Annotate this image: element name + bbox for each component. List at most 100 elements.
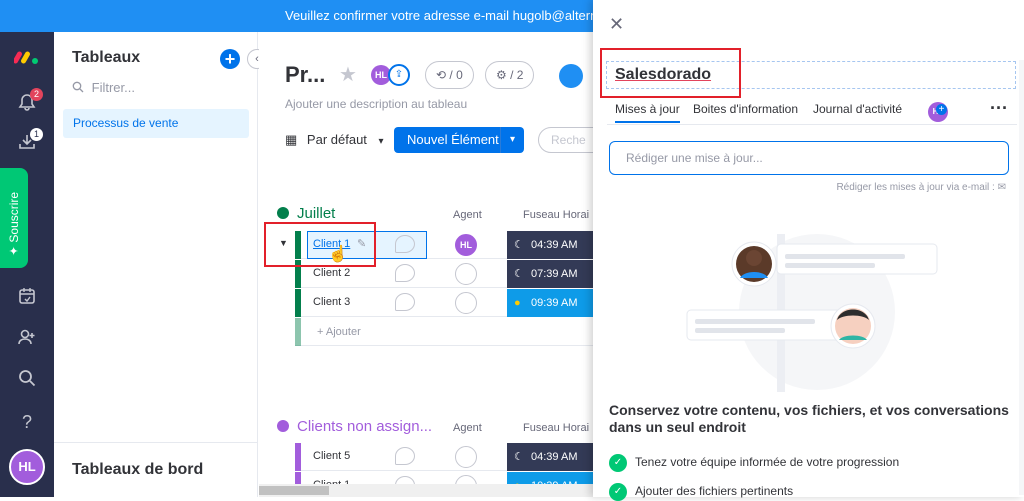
table-view-icon: ▦ (285, 132, 298, 147)
agent-empty-avatar-icon[interactable] (455, 263, 477, 285)
inbox-icon[interactable]: 1 (14, 128, 43, 158)
integrations-button[interactable]: ⟲ / 0 (425, 61, 474, 89)
close-icon[interactable]: ✕ (609, 14, 624, 35)
group-header-juillet[interactable]: Juillet (277, 205, 335, 222)
tab-activity-log[interactable]: Journal d'activité (813, 102, 902, 116)
new-item-button[interactable]: Nouvel Élément ▾ (394, 127, 524, 153)
add-board-plus-icon[interactable]: + (220, 49, 240, 69)
check-icon: ✓ (609, 454, 627, 472)
subscribe-button[interactable]: ✦ Souscrire (0, 168, 28, 268)
update-input[interactable]: Rédiger une mise à jour... (609, 141, 1009, 175)
board-item-processus-de-vente[interactable]: Processus de vente (63, 109, 249, 138)
group-header-unassigned[interactable]: Clients non assign... (277, 418, 432, 435)
notifications-bell-icon[interactable]: 2 (14, 88, 43, 118)
filter-placeholder: Filtrer... (91, 80, 135, 95)
timezone-cell[interactable]: ☾ 04:39 AM (507, 443, 593, 471)
feature-item: ✓ Tenez votre équipe informée de votre pr… (609, 454, 899, 472)
feature-text: Ajouter des fichiers pertinents (635, 484, 794, 499)
timezone-time: 04:39 AM (531, 451, 578, 463)
moon-icon: ☾ (514, 268, 524, 280)
agent-empty-avatar-icon[interactable] (455, 446, 477, 468)
envelope-icon: ✉ (997, 182, 1006, 193)
panel-vertical-scrollbar[interactable] (1019, 60, 1024, 495)
my-work-calendar-icon[interactable] (14, 286, 40, 312)
view-label: Par défaut (306, 132, 367, 147)
scrollbar-thumb[interactable] (259, 486, 329, 495)
moon-icon: ☾ (514, 451, 524, 463)
agent-empty-avatar-icon[interactable] (455, 292, 477, 314)
column-header-timezone[interactable]: Fuseau Horai (523, 422, 589, 434)
integrations-icon: ⟲ (436, 68, 447, 82)
new-item-dropdown-chevron-icon[interactable]: ▾ (500, 127, 524, 153)
conversation-bubble-icon[interactable] (395, 447, 415, 465)
edit-pencil-icon[interactable]: ✎ (357, 237, 366, 250)
empty-state-heading: Conservez votre contenu, vos fichiers, e… (609, 402, 1009, 435)
email-note-text: Rédiger les mises à jour via e-mail : (836, 182, 995, 193)
item-tabs: Mises à jour Boites d'information Journa… (607, 100, 1017, 125)
invite-user-icon[interactable] (14, 327, 40, 353)
item-detail-panel: ✕ Salesdorado Mises à jour Boites d'info… (593, 0, 1024, 501)
updates-empty-illustration (686, 234, 938, 392)
conversation-bubble-icon[interactable] (395, 293, 415, 311)
board-name[interactable]: Pr... (285, 62, 325, 88)
group-color-bar (295, 443, 301, 471)
group-title: Clients non assign... (297, 418, 433, 435)
dashboards-title[interactable]: Tableaux de bord (54, 442, 258, 497)
timezone-cell[interactable]: ● 09:39 AM (507, 289, 593, 317)
share-board-icon[interactable]: ⇪ (388, 64, 410, 86)
feature-item: ✓ Ajouter des fichiers pertinents (609, 483, 793, 501)
table-row[interactable]: Client 5 ☾ 04:39 AM (295, 443, 593, 471)
column-header-agent[interactable]: Agent (453, 209, 482, 221)
horizontal-scrollbar[interactable] (259, 484, 593, 497)
tab-updates[interactable]: Mises à jour (615, 102, 680, 123)
zoom-video-icon[interactable] (559, 64, 583, 88)
timezone-time: 09:39 AM (531, 297, 578, 309)
monday-logo[interactable] (13, 46, 40, 66)
boards-filter-input[interactable]: Filtrer... (72, 80, 135, 95)
table-row[interactable]: Client 2 ☾ 07:39 AM (295, 260, 593, 288)
add-item-row[interactable]: + Ajouter (295, 318, 593, 346)
timezone-time: 07:39 AM (531, 268, 578, 280)
add-subscriber-plus-icon[interactable]: + (936, 104, 947, 115)
group-color-bar (295, 231, 301, 259)
column-header-agent[interactable]: Agent (453, 422, 482, 434)
row-expand-arrow-icon[interactable]: ▼ (279, 238, 288, 248)
column-header-timezone[interactable]: Fuseau Horai (523, 209, 589, 221)
new-item-label: Nouvel Élément (407, 132, 499, 147)
board-search-input[interactable]: Reche (538, 127, 593, 153)
inbox-badge: 1 (30, 128, 43, 141)
row-name[interactable]: Client 3 (313, 296, 350, 308)
user-avatar[interactable]: HL (9, 449, 45, 485)
automations-robot-icon: ⚙ (496, 68, 507, 82)
table-row[interactable]: Client 3 ● 09:39 AM (295, 289, 593, 317)
help-icon[interactable]: ? (14, 409, 40, 435)
automations-button[interactable]: ⚙ / 2 (485, 61, 535, 89)
more-options-icon[interactable]: ··· (990, 98, 1008, 119)
automations-count: / 2 (510, 68, 524, 82)
timezone-cell[interactable]: ☾ 04:39 AM (507, 231, 593, 259)
feature-text: Tenez votre équipe informée de votre pro… (635, 455, 900, 470)
view-selector[interactable]: ▦ Par défaut ▾ (285, 132, 384, 148)
search-icon[interactable] (14, 368, 40, 394)
row-name[interactable]: Client 5 (313, 450, 350, 462)
group-collapse-icon[interactable] (277, 207, 289, 219)
group-color-bar (295, 260, 301, 288)
group-collapse-icon[interactable] (277, 420, 289, 432)
agent-avatar[interactable]: HL (455, 234, 477, 256)
group-color-bar (295, 318, 301, 346)
hand-cursor-icon: ☝ (328, 246, 348, 263)
email-update-note[interactable]: Rédiger les mises à jour via e-mail : ✉ (836, 182, 1006, 193)
row-name[interactable]: Client 2 (313, 267, 350, 279)
board-main: Pr... ★ HL ⇪ ⟲ / 0 ⚙ / 2 Ajouter une des… (259, 32, 593, 497)
boards-title: Tableaux (72, 49, 141, 66)
conversation-bubble-icon[interactable] (395, 264, 415, 282)
favorite-star-icon[interactable]: ★ (339, 62, 357, 87)
conversation-bubble-icon[interactable] (395, 235, 415, 253)
add-item-label: + Ajouter (317, 326, 361, 338)
item-title-input[interactable]: Salesdorado (606, 61, 1016, 89)
chevron-down-icon: ▾ (378, 136, 384, 147)
board-description[interactable]: Ajouter une description au tableau (285, 97, 467, 111)
notifications-badge: 2 (30, 88, 43, 101)
tab-info-boxes[interactable]: Boites d'information (693, 102, 798, 116)
timezone-cell[interactable]: ☾ 07:39 AM (507, 260, 593, 288)
